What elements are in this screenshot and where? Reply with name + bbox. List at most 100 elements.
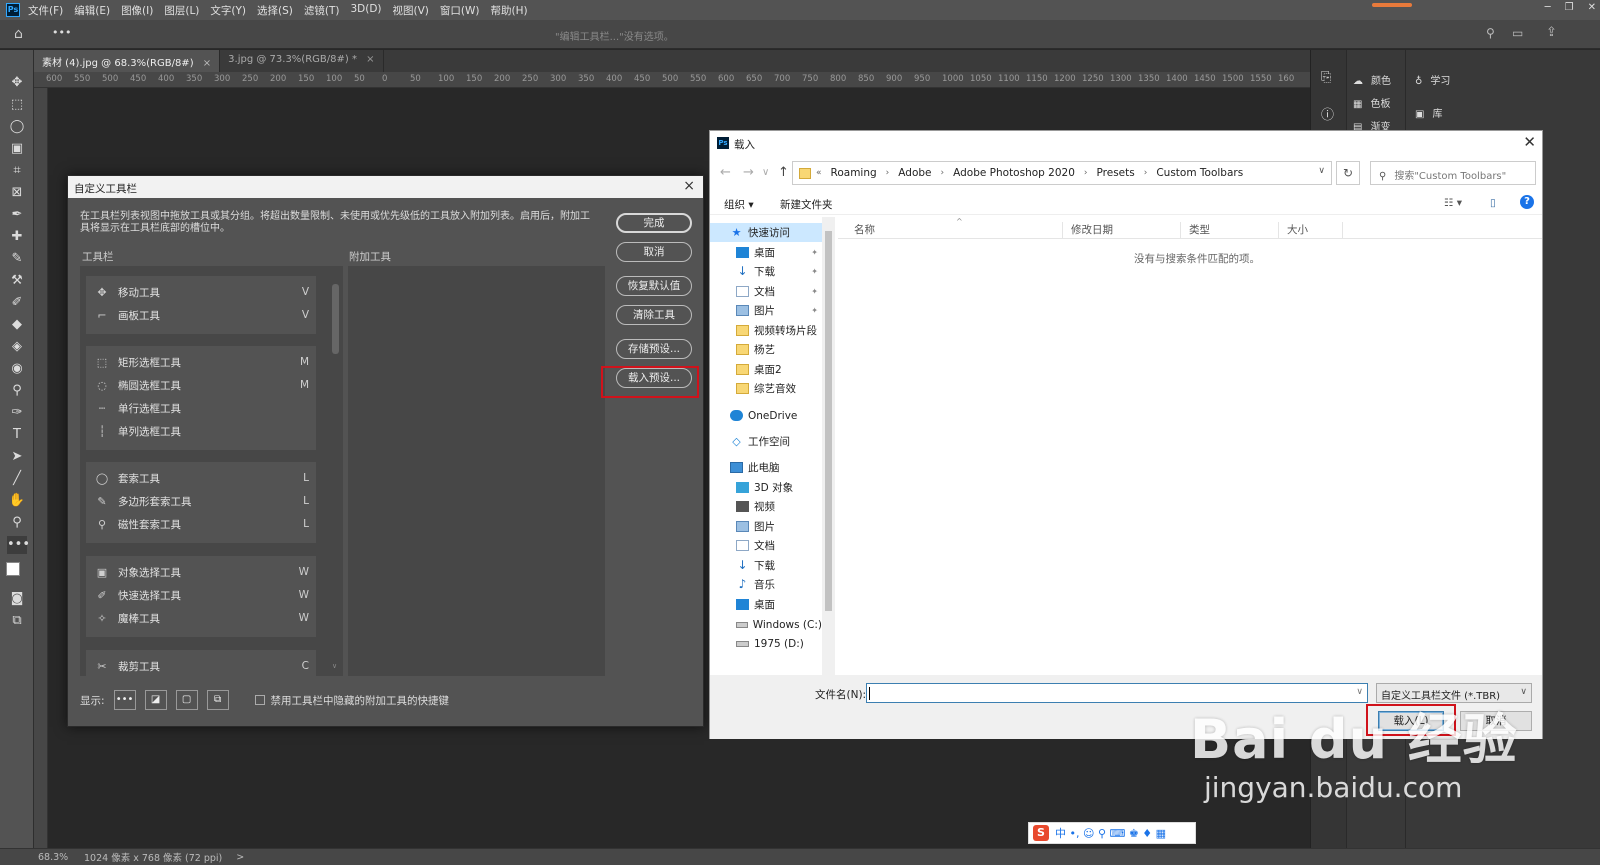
zoom-tool-icon[interactable]: ⚲: [7, 514, 27, 532]
eraser-tool-icon[interactable]: ◆: [7, 316, 27, 334]
object-select-tool-icon[interactable]: ▣: [7, 140, 27, 158]
menu-item[interactable]: 图层(L): [164, 3, 199, 18]
chevron-down-icon[interactable]: ∨: [1318, 166, 1325, 176]
show-screen-mode-button[interactable]: ⧉: [206, 690, 229, 710]
cancel-button[interactable]: 取消: [616, 242, 692, 262]
nav-item[interactable]: 桌面 ✦: [710, 243, 822, 262]
toolbar-list-scrollbar[interactable]: ∨: [330, 266, 341, 676]
disable-shortcuts-checkbox[interactable]: [254, 695, 265, 705]
minimize-icon[interactable]: ─: [1545, 2, 1551, 13]
close-icon[interactable]: ✕: [1588, 2, 1596, 13]
quick-mask-icon[interactable]: ◙: [7, 590, 27, 608]
menu-item[interactable]: 3D(D): [350, 3, 381, 18]
tool-group[interactable]: ▣ 对象选择工具 W ✐ 快速选择工具 W ✧ 魔棒工具 W: [86, 556, 316, 637]
home-icon[interactable]: ⌂: [14, 26, 23, 42]
close-tab-icon[interactable]: ×: [203, 58, 211, 69]
brush-tool-icon[interactable]: ✎: [7, 250, 27, 268]
tool-row[interactable]: ✥ 移动工具 V: [94, 282, 309, 302]
sogou-ime-icon[interactable]: S: [1033, 825, 1049, 841]
move-tool-icon[interactable]: ✥: [7, 74, 27, 92]
share-icon[interactable]: ⇪: [1546, 25, 1557, 40]
view-options-icon[interactable]: ☷ ▾: [1444, 197, 1462, 209]
zoom-level[interactable]: 68.3%: [38, 852, 74, 863]
panel-color[interactable]: ☁ 颜色: [1353, 72, 1391, 87]
chevron-down-icon[interactable]: ∨: [332, 662, 337, 670]
hand-tool-icon[interactable]: ✋: [7, 492, 27, 510]
close-icon[interactable]: ×: [683, 178, 695, 194]
menu-item[interactable]: 文件(F): [28, 3, 63, 18]
tab-document-1[interactable]: 素材 (4).jpg @ 68.3%(RGB/8#) ×: [34, 50, 221, 72]
tool-group[interactable]: ✥ 移动工具 V ⌐ 画板工具 V: [86, 276, 316, 334]
tool-row[interactable]: ⬚ 矩形选框工具 M: [94, 352, 309, 372]
tool-row[interactable]: ⚲ 磁性套索工具 L: [94, 514, 309, 534]
breadcrumb-item[interactable]: Adobe Photoshop 2020: [953, 167, 1075, 179]
more-tools-icon[interactable]: •••: [52, 26, 71, 39]
frame-tool-icon[interactable]: ⊠: [7, 184, 27, 202]
tab-document-2[interactable]: 3.jpg @ 73.3%(RGB/8#) * ×: [220, 50, 384, 72]
dodge-tool-icon[interactable]: ⚲: [7, 382, 27, 400]
breadcrumb-separator-icon[interactable]: ›: [1084, 168, 1088, 178]
nav-item[interactable]: ↓ 下载 ✦: [710, 262, 822, 281]
pen-tool-icon[interactable]: ✑: [7, 404, 27, 422]
column-type[interactable]: 类型: [1180, 222, 1210, 238]
nav-item[interactable]: 文档: [710, 536, 822, 555]
eyedropper-tool-icon[interactable]: ✒: [7, 206, 27, 224]
tool-group[interactable]: ◯ 套索工具 L ✎ 多边形套索工具 L ⚲ 磁性套索工具 L: [86, 462, 316, 543]
menu-item[interactable]: 文字(Y): [210, 3, 246, 18]
tool-row[interactable]: ▣ 对象选择工具 W: [94, 562, 309, 582]
nav-item[interactable]: ↓ 下载: [710, 556, 822, 575]
tool-row[interactable]: ┆ 单列选框工具: [94, 421, 309, 441]
tool-row[interactable]: ✧ 魔棒工具 W: [94, 608, 309, 628]
pin-icon[interactable]: ✦: [811, 287, 818, 296]
breadcrumb-item[interactable]: Adobe: [898, 167, 931, 179]
nav-item[interactable]: 杨艺: [710, 340, 822, 359]
tool-row[interactable]: ✐ 快速选择工具 W: [94, 585, 309, 605]
type-tool-icon[interactable]: T: [7, 426, 27, 444]
tool-group[interactable]: ✂ 裁剪工具 C: [86, 650, 316, 676]
show-extra-tools-button[interactable]: •••: [113, 690, 136, 710]
organize-button[interactable]: 组织 ▾: [724, 197, 754, 212]
back-arrow-icon[interactable]: ←: [720, 165, 731, 180]
menu-item[interactable]: 帮助(H): [491, 3, 528, 18]
foreground-color-swatch[interactable]: [6, 562, 20, 576]
file-type-select[interactable]: 自定义工具栏文件 (*.TBR) ∨: [1376, 683, 1532, 703]
restore-defaults-button[interactable]: 恢复默认值: [616, 276, 692, 296]
scrollbar-thumb[interactable]: [332, 284, 339, 354]
search-icon[interactable]: ⚲: [1486, 26, 1495, 40]
panel-learn[interactable]: ♁ 学习: [1415, 72, 1450, 87]
forward-arrow-icon[interactable]: →: [743, 165, 754, 180]
column-date[interactable]: 修改日期: [1062, 222, 1113, 238]
tool-group[interactable]: ⬚ 矩形选框工具 M ◌ 椭圆选框工具 M ┄ 单行选框工具 ┆ 单列选框工具: [86, 346, 316, 450]
menu-item[interactable]: 编辑(E): [74, 3, 110, 18]
tool-row[interactable]: ✂ 裁剪工具 C: [94, 656, 309, 676]
up-arrow-icon[interactable]: ↑: [778, 165, 789, 180]
menu-item[interactable]: 滤镜(T): [304, 3, 340, 18]
pin-icon[interactable]: ✦: [811, 248, 818, 257]
cancel-button[interactable]: 取消: [1460, 711, 1532, 731]
breadcrumb-item[interactable]: Custom Toolbars: [1156, 167, 1243, 179]
menu-item[interactable]: 视图(V): [393, 3, 429, 18]
pin-icon[interactable]: ✦: [811, 267, 818, 276]
tool-row[interactable]: ┄ 单行选框工具: [94, 398, 309, 418]
breadcrumb-item[interactable]: Roaming: [831, 167, 877, 179]
search-input[interactable]: ⚲ 搜索"Custom Toolbars": [1370, 161, 1536, 185]
nav-item[interactable]: Windows (C:): [710, 615, 822, 634]
edit-toolbar-icon[interactable]: •••: [7, 536, 30, 554]
breadcrumb-item[interactable]: Presets: [1097, 167, 1135, 179]
pin-icon[interactable]: ✦: [811, 306, 818, 315]
menu-item[interactable]: 选择(S): [257, 3, 293, 18]
clear-tools-button[interactable]: 清除工具: [616, 305, 692, 325]
close-tab-icon[interactable]: ×: [366, 54, 374, 65]
healing-brush-tool-icon[interactable]: ✚: [7, 228, 27, 246]
crop-tool-icon[interactable]: ⌗: [7, 162, 27, 180]
paint-bucket-tool-icon[interactable]: ◈: [7, 338, 27, 356]
history-brush-tool-icon[interactable]: ✐: [7, 294, 27, 312]
status-arrow-icon[interactable]: >: [236, 852, 244, 863]
nav-item[interactable]: 文档 ✦: [710, 282, 822, 301]
nav-item[interactable]: 3D 对象: [710, 478, 822, 497]
breadcrumb-separator-icon[interactable]: ›: [941, 168, 945, 178]
nav-item[interactable]: 视频: [710, 497, 822, 516]
nav-item[interactable]: 此电脑: [710, 458, 822, 477]
path-select-tool-icon[interactable]: ➤: [7, 448, 27, 466]
screen-mode-icon[interactable]: ⧉: [7, 612, 27, 630]
